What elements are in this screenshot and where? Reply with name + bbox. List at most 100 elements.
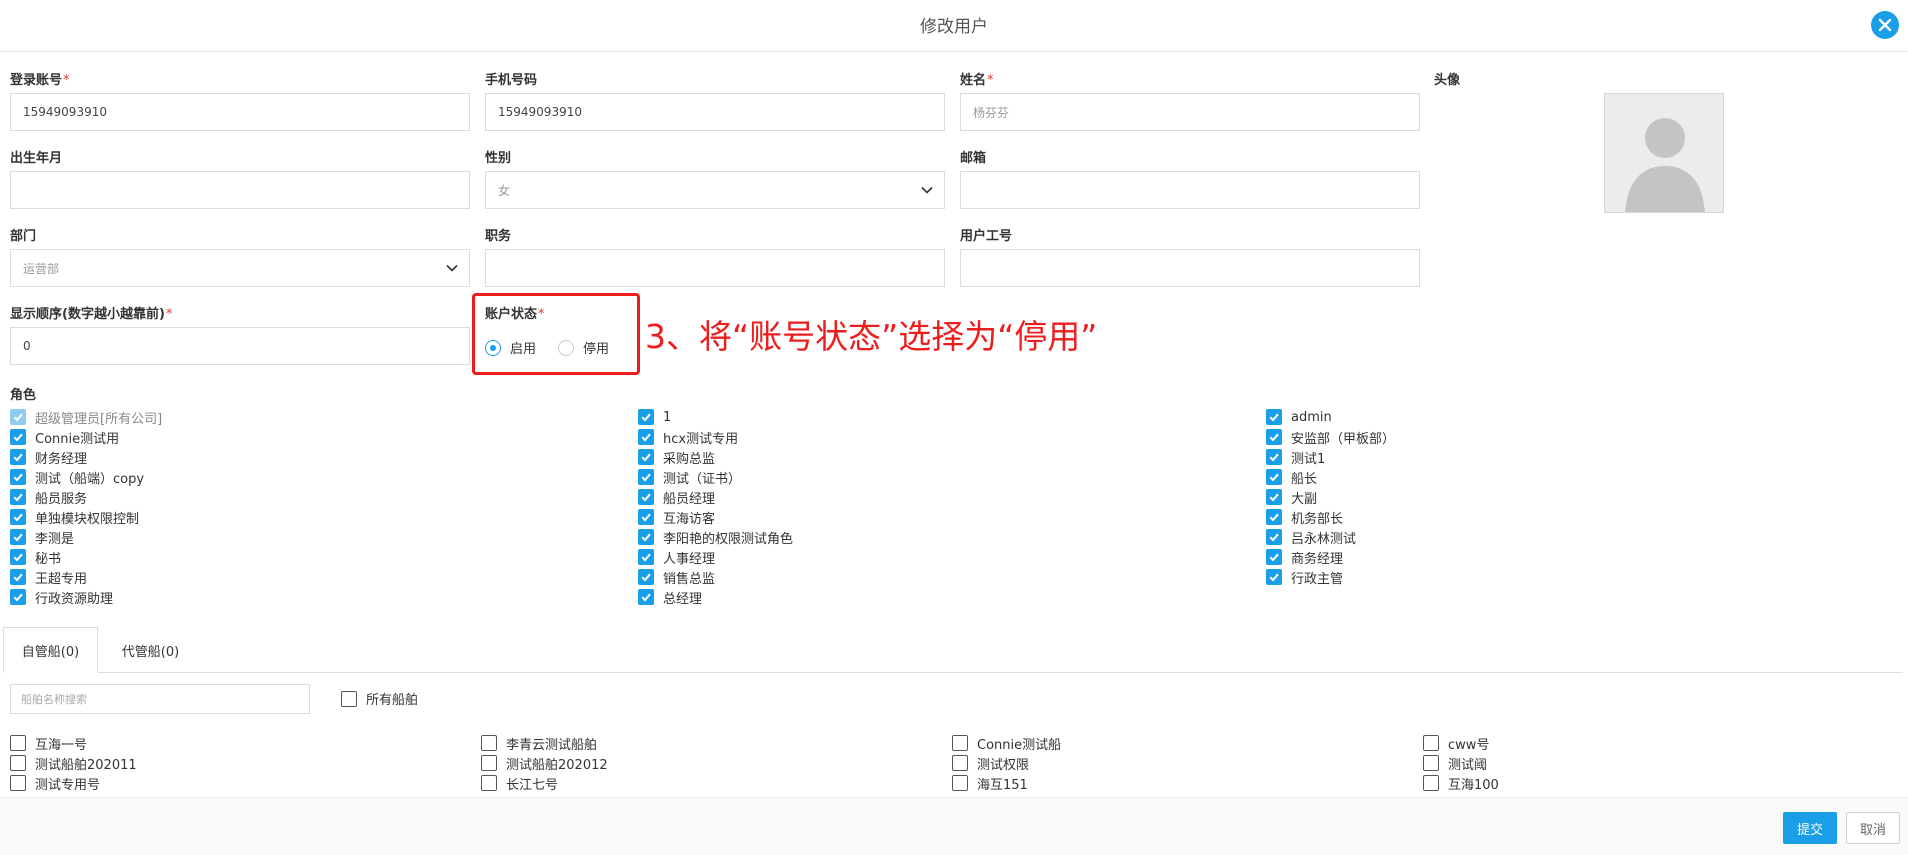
role-item[interactable]: 测试（证书） (638, 467, 1238, 487)
role-item[interactable]: 船长 (1266, 467, 1866, 487)
role-item[interactable]: 1 (638, 407, 1238, 427)
ship-item[interactable]: 长江七号 (481, 773, 921, 793)
role-item[interactable]: 李阳艳的权限测试角色 (638, 527, 1238, 547)
role-item[interactable]: 船员经理 (638, 487, 1238, 507)
checkbox-unchecked-icon (1423, 755, 1439, 771)
role-item[interactable]: 机务部长 (1266, 507, 1866, 527)
name-input[interactable]: 杨芬芬 (960, 93, 1420, 131)
birth-label: 出生年月 (10, 151, 63, 166)
ship-item[interactable]: 李青云测试船舶 (481, 733, 921, 753)
gender-select[interactable]: 女 (485, 171, 945, 209)
ship-item[interactable]: 互海100 (1423, 773, 1863, 793)
checkbox-checked-icon (638, 409, 654, 425)
role-item[interactable]: 王超专用 (10, 567, 610, 587)
role-item[interactable]: 测试1 (1266, 447, 1866, 467)
ship-item[interactable]: Connie测试船 (952, 733, 1392, 753)
role-item[interactable]: admin (1266, 407, 1866, 427)
role-item[interactable]: 测试（船端）copy (10, 467, 610, 487)
role-label: 船员服务 (35, 491, 88, 507)
dialog-header: 修改用户 (0, 0, 1908, 52)
ship-item[interactable]: 互海一号 (10, 733, 450, 753)
ship-item[interactable]: 测试权限 (952, 753, 1392, 773)
employee-no-label: 用户工号 (960, 229, 1013, 244)
role-item[interactable]: hcx测试专用 (638, 427, 1238, 447)
gender-label: 性别 (485, 151, 512, 166)
birth-input[interactable] (10, 171, 470, 209)
checkbox-unchecked-icon (341, 690, 357, 707)
roles-column-2: 1 hcx测试专用 采购总监测试（证书） 船员经理 互海访客 李阳艳的权限测试角色 人事经理… (638, 407, 1238, 607)
login-account-input[interactable]: 15949093910 (10, 93, 470, 131)
checkbox-checked-icon (638, 469, 654, 485)
checkbox-checked-icon (1266, 409, 1282, 425)
roles-label: 角色 (10, 388, 37, 403)
checkbox-unchecked-icon (481, 755, 497, 771)
role-item[interactable]: 吕永林测试 (1266, 527, 1866, 547)
checkbox-checked-icon (10, 429, 26, 445)
avatar-label: 头像 (1434, 73, 1461, 88)
ships-column-4: cww号 测试阈 互海100 (1423, 733, 1863, 793)
employee-no-input[interactable] (960, 249, 1420, 287)
role-item[interactable]: 总经理 (638, 587, 1238, 607)
checkbox-checked-icon (10, 589, 26, 605)
checkbox-checked-icon (638, 529, 654, 545)
role-item[interactable]: 财务经理 (10, 447, 610, 467)
role-item[interactable]: 行政主管 (1266, 567, 1866, 587)
ship-item[interactable]: 测试阈 (1423, 753, 1863, 773)
avatar[interactable] (1604, 93, 1724, 213)
checkbox-checked-icon (638, 569, 654, 585)
ship-item[interactable]: 测试船舶202012 (481, 753, 921, 773)
checkbox-checked-icon (1266, 509, 1282, 525)
checkbox-checked-icon (638, 489, 654, 505)
ship-item[interactable]: 测试专用号 (10, 773, 450, 793)
ship-item[interactable]: cww号 (1423, 733, 1863, 753)
submit-button[interactable]: 提交 (1783, 812, 1837, 844)
tab-self-managed[interactable]: 自管船(0) (3, 627, 98, 673)
role-item[interactable]: 安监部（甲板部） (1266, 427, 1866, 447)
role-item[interactable]: 销售总监 (638, 567, 1238, 587)
role-label: 行政资源助理 (35, 591, 114, 607)
role-item[interactable]: 采购总监 (638, 447, 1238, 467)
checkbox-checked-icon (1266, 469, 1282, 485)
role-label: 财务经理 (35, 451, 88, 467)
role-label: 李测是 (35, 531, 75, 547)
email-input[interactable] (960, 171, 1420, 209)
ship-item[interactable]: 测试船舶202011 (10, 753, 450, 773)
cancel-button[interactable]: 取消 (1846, 812, 1900, 844)
phone-label: 手机号码 (485, 73, 538, 88)
checkbox-checked-icon (10, 409, 26, 425)
all-ships-checkbox[interactable]: 所有船舶 (341, 689, 418, 708)
role-item[interactable]: 商务经理 (1266, 547, 1866, 567)
position-input[interactable] (485, 249, 945, 287)
role-label: 吕永林测试 (1291, 531, 1357, 547)
phone-input[interactable]: 15949093910 (485, 93, 945, 131)
ship-item[interactable]: 海互151 (952, 773, 1392, 793)
role-item[interactable]: Connie测试用 (10, 427, 610, 447)
checkbox-unchecked-icon (10, 775, 26, 791)
chevron-down-icon (446, 264, 458, 272)
department-select[interactable]: 运营部 (10, 249, 470, 287)
role-label: 大副 (1291, 491, 1318, 507)
ship-label: 互海一号 (35, 737, 88, 753)
checkbox-checked-icon (1266, 449, 1282, 465)
ship-search-input[interactable]: 船舶名称搜索 (10, 684, 310, 714)
role-item[interactable]: 秘书 (10, 547, 610, 567)
role-item[interactable]: 船员服务 (10, 487, 610, 507)
role-item[interactable]: 行政资源助理 (10, 587, 610, 607)
role-label: 销售总监 (663, 571, 716, 587)
role-item[interactable]: 互海访客 (638, 507, 1238, 527)
role-item[interactable]: 单独模块权限控制 (10, 507, 610, 527)
role-label: 安监部（甲板部） (1291, 431, 1396, 447)
order-input[interactable]: 0 (10, 327, 470, 365)
role-item[interactable]: 李测是 (10, 527, 610, 547)
tab-agency-managed[interactable]: 代管船(0) (103, 627, 198, 673)
role-label: 测试（证书） (663, 471, 742, 487)
close-button[interactable] (1871, 11, 1899, 39)
role-label: admin (1291, 409, 1332, 425)
role-label: 测试（船端）copy (35, 471, 145, 487)
position-label: 职务 (485, 229, 512, 244)
gender-value: 女 (498, 183, 511, 198)
role-item[interactable]: 大副 (1266, 487, 1866, 507)
role-label: 总经理 (663, 591, 703, 607)
role-label: hcx测试专用 (663, 431, 739, 447)
role-item[interactable]: 人事经理 (638, 547, 1238, 567)
